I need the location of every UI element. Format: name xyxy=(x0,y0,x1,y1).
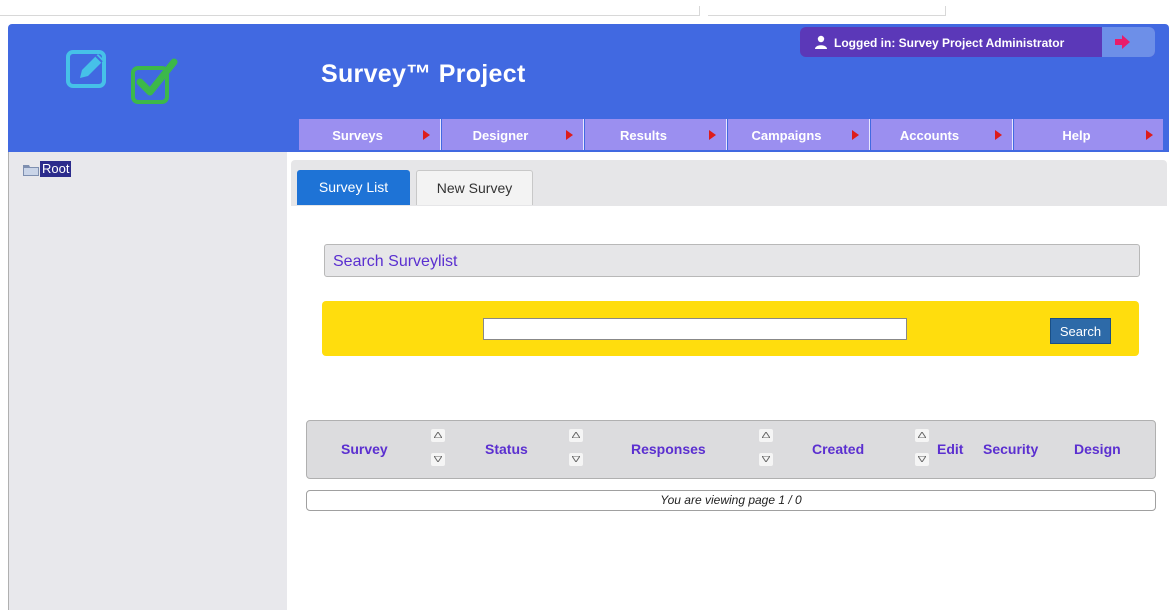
sort-up-icon[interactable] xyxy=(431,429,445,442)
sort-down-icon[interactable] xyxy=(759,453,773,466)
main-nav: Surveys Designer Results Campaigns Accou… xyxy=(299,119,1163,150)
user-icon xyxy=(815,35,827,49)
dropdown-arrow-icon xyxy=(709,130,716,140)
main-content: Survey List New Survey Search Surveylist… xyxy=(291,160,1169,610)
pagination-status: You are viewing page 1 / 0 xyxy=(306,490,1156,511)
top-strip-segment xyxy=(708,6,946,16)
nav-results[interactable]: Results xyxy=(585,119,727,150)
nav-label: Help xyxy=(1062,128,1091,143)
sort-control[interactable] xyxy=(915,429,929,467)
tab-new-survey[interactable]: New Survey xyxy=(416,170,533,205)
column-header-design: Design xyxy=(1074,441,1121,457)
column-header-responses[interactable]: Responses xyxy=(631,441,706,457)
search-input[interactable] xyxy=(483,318,907,340)
sort-up-icon[interactable] xyxy=(759,429,773,442)
sort-control[interactable] xyxy=(431,429,445,467)
dropdown-arrow-icon xyxy=(995,130,1002,140)
table-header: Survey Status Responses Created Edit Sec… xyxy=(306,420,1156,479)
checkbox-checked-icon xyxy=(131,58,178,104)
nav-label: Surveys xyxy=(332,128,383,143)
column-header-created[interactable]: Created xyxy=(812,441,864,457)
search-panel: Search xyxy=(322,301,1139,356)
dropdown-arrow-icon xyxy=(423,130,430,140)
tab-bar: Survey List New Survey xyxy=(291,160,1167,206)
nav-surveys[interactable]: Surveys xyxy=(299,119,441,150)
nav-help[interactable]: Help xyxy=(1014,119,1163,150)
search-section-header[interactable]: Search Surveylist xyxy=(324,244,1140,277)
folder-tree: Root xyxy=(8,152,287,610)
tab-survey-list[interactable]: Survey List xyxy=(297,170,410,205)
app-title: Survey™ Project xyxy=(321,60,526,88)
logged-in-text: Logged in: Survey Project Administrator xyxy=(834,36,1065,50)
column-header-status[interactable]: Status xyxy=(485,441,528,457)
nav-designer[interactable]: Designer xyxy=(442,119,584,150)
sort-down-icon[interactable] xyxy=(569,453,583,466)
app-logo xyxy=(66,50,186,110)
dropdown-arrow-icon xyxy=(1146,130,1153,140)
browser-top-strip xyxy=(0,0,1171,18)
column-header-survey[interactable]: Survey xyxy=(341,441,388,457)
app-header: Survey™ Project Logged in: Survey Projec… xyxy=(8,24,1169,152)
tree-node-label: Root xyxy=(40,161,72,177)
sign-out-icon xyxy=(1115,35,1130,49)
dropdown-arrow-icon xyxy=(566,130,573,140)
nav-accounts[interactable]: Accounts xyxy=(871,119,1013,150)
sort-up-icon[interactable] xyxy=(915,429,929,442)
folder-icon xyxy=(23,165,39,176)
column-header-edit: Edit xyxy=(937,441,964,457)
login-status-bar: Logged in: Survey Project Administrator xyxy=(800,27,1155,57)
column-header-security: Security xyxy=(983,441,1039,457)
nav-label: Designer xyxy=(472,128,529,143)
nav-label: Campaigns xyxy=(751,128,822,143)
search-button[interactable]: Search xyxy=(1050,318,1111,344)
nav-label: Accounts xyxy=(899,128,960,143)
logout-button[interactable] xyxy=(1102,27,1155,57)
dropdown-arrow-icon xyxy=(852,130,859,140)
top-strip-segment xyxy=(0,6,700,16)
sort-control[interactable] xyxy=(759,429,773,467)
sort-down-icon[interactable] xyxy=(915,453,929,466)
search-section-title: Search Surveylist xyxy=(333,253,458,270)
nav-campaigns[interactable]: Campaigns xyxy=(728,119,870,150)
sort-down-icon[interactable] xyxy=(431,453,445,466)
sort-up-icon[interactable] xyxy=(569,429,583,442)
sort-control[interactable] xyxy=(569,429,583,467)
nav-label: Results xyxy=(620,128,667,143)
